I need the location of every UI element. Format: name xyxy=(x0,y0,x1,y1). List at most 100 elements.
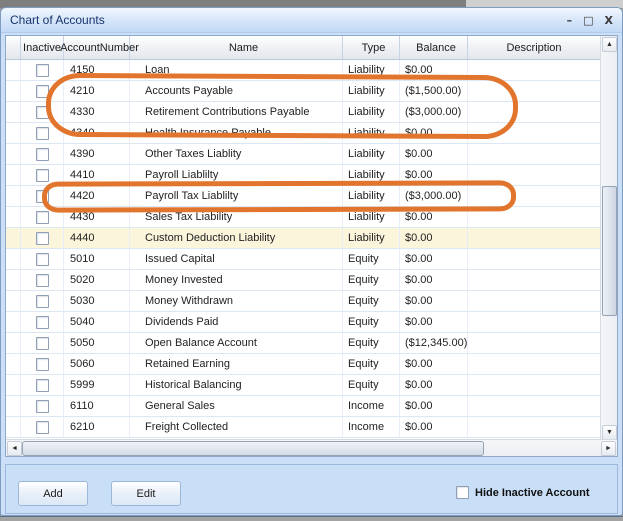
account-type-cell[interactable]: Liability xyxy=(343,165,400,185)
close-icon[interactable]: X xyxy=(605,15,613,26)
table-row[interactable]: 4330 Retirement Contributions Payable Li… xyxy=(6,102,600,123)
account-balance-cell[interactable]: ($3,000.00) xyxy=(400,186,468,206)
account-balance-cell[interactable]: ($3,000.00) xyxy=(400,102,468,122)
account-number-cell[interactable]: 4390 xyxy=(64,144,130,164)
edit-button[interactable]: Edit xyxy=(111,481,181,506)
account-type-cell[interactable]: Equity xyxy=(343,249,400,269)
account-type-cell[interactable]: Liability xyxy=(343,60,400,80)
table-row[interactable]: 4420 Payroll Tax Liablilty Liability ($3… xyxy=(6,186,600,207)
table-row[interactable]: 5040 Dividends Paid Equity $0.00 xyxy=(6,312,600,333)
horizontal-scrollbar-thumb[interactable] xyxy=(22,441,484,456)
account-type-cell[interactable]: Income xyxy=(343,417,400,437)
account-type-cell[interactable]: Equity xyxy=(343,333,400,353)
account-name-cell[interactable]: Money Withdrawn xyxy=(130,291,343,311)
table-row[interactable]: 4210 Accounts Payable Liability ($1,500.… xyxy=(6,81,600,102)
column-header-name[interactable]: Name xyxy=(130,36,343,59)
table-row[interactable]: 4410 Payroll Liablilty Liability $0.00 xyxy=(6,165,600,186)
account-number-cell[interactable]: 4430 xyxy=(64,207,130,227)
table-row[interactable]: 4440 Custom Deduction Liability Liabilit… xyxy=(6,228,600,249)
account-number-cell[interactable]: 4440 xyxy=(64,228,130,248)
column-header-type[interactable]: Type xyxy=(343,36,400,59)
account-description-cell[interactable] xyxy=(468,165,600,185)
account-type-cell[interactable]: Liability xyxy=(343,81,400,101)
table-row[interactable]: 6210 Freight Collected Income $0.00 xyxy=(6,417,600,438)
account-type-cell[interactable]: Liability xyxy=(343,102,400,122)
account-description-cell[interactable] xyxy=(468,375,600,395)
account-balance-cell[interactable]: $0.00 xyxy=(400,123,468,143)
table-row[interactable]: 6110 General Sales Income $0.00 xyxy=(6,396,600,417)
scroll-right-icon[interactable]: ► xyxy=(601,441,616,456)
account-description-cell[interactable] xyxy=(468,270,600,290)
account-balance-cell[interactable]: $0.00 xyxy=(400,396,468,416)
account-type-cell[interactable]: Equity xyxy=(343,312,400,332)
account-balance-cell[interactable]: $0.00 xyxy=(400,249,468,269)
account-type-cell[interactable]: Liability xyxy=(343,144,400,164)
account-name-cell[interactable]: Issued Capital xyxy=(130,249,343,269)
account-balance-cell[interactable]: ($12,345.00) xyxy=(400,333,468,353)
account-description-cell[interactable] xyxy=(468,60,600,80)
account-name-cell[interactable]: Loan xyxy=(130,60,343,80)
table-row[interactable]: 5060 Retained Earning Equity $0.00 xyxy=(6,354,600,375)
account-name-cell[interactable]: Money Invested xyxy=(130,270,343,290)
scroll-up-icon[interactable]: ▲ xyxy=(602,37,617,52)
account-type-cell[interactable]: Liability xyxy=(343,228,400,248)
account-name-cell[interactable]: Payroll Liablilty xyxy=(130,165,343,185)
account-type-cell[interactable]: Equity xyxy=(343,375,400,395)
table-row[interactable]: 4430 Sales Tax Liability Liability $0.00 xyxy=(6,207,600,228)
account-description-cell[interactable] xyxy=(468,144,600,164)
account-number-cell[interactable]: 5020 xyxy=(64,270,130,290)
account-description-cell[interactable] xyxy=(468,354,600,374)
account-name-cell[interactable]: Custom Deduction Liability xyxy=(130,228,343,248)
table-row[interactable]: 4150 Loan Liability $0.00 xyxy=(6,60,600,81)
account-description-cell[interactable] xyxy=(468,207,600,227)
account-balance-cell[interactable]: $0.00 xyxy=(400,417,468,437)
inactive-checkbox[interactable] xyxy=(36,169,49,182)
account-number-cell[interactable]: 4420 xyxy=(64,186,130,206)
add-button[interactable]: Add xyxy=(18,481,88,506)
column-header-inactive[interactable]: Inactive xyxy=(21,36,64,59)
account-description-cell[interactable] xyxy=(468,123,600,143)
account-name-cell[interactable]: Historical Balancing xyxy=(130,375,343,395)
account-description-cell[interactable] xyxy=(468,102,600,122)
account-balance-cell[interactable]: $0.00 xyxy=(400,270,468,290)
account-type-cell[interactable]: Equity xyxy=(343,270,400,290)
table-row[interactable]: 5050 Open Balance Account Equity ($12,34… xyxy=(6,333,600,354)
account-name-cell[interactable]: Dividends Paid xyxy=(130,312,343,332)
account-name-cell[interactable]: General Sales xyxy=(130,396,343,416)
account-balance-cell[interactable]: $0.00 xyxy=(400,291,468,311)
column-header-balance[interactable]: Balance xyxy=(400,36,468,59)
vertical-scrollbar[interactable]: ▲ ▼ xyxy=(600,36,617,441)
minimize-icon[interactable]: – xyxy=(567,15,573,26)
inactive-checkbox[interactable] xyxy=(36,85,49,98)
account-description-cell[interactable] xyxy=(468,81,600,101)
title-bar[interactable]: Chart of Accounts – □ X xyxy=(1,8,622,33)
account-number-cell[interactable]: 6110 xyxy=(64,396,130,416)
vertical-scrollbar-thumb[interactable] xyxy=(602,186,617,316)
maximize-icon[interactable]: □ xyxy=(583,15,593,26)
account-number-cell[interactable]: 5060 xyxy=(64,354,130,374)
account-name-cell[interactable]: Freight Collected xyxy=(130,417,343,437)
account-description-cell[interactable] xyxy=(468,228,600,248)
account-balance-cell[interactable]: $0.00 xyxy=(400,144,468,164)
table-row[interactable]: 5010 Issued Capital Equity $0.00 xyxy=(6,249,600,270)
account-description-cell[interactable] xyxy=(468,333,600,353)
inactive-checkbox[interactable] xyxy=(36,358,49,371)
account-balance-cell[interactable]: $0.00 xyxy=(400,375,468,395)
inactive-checkbox[interactable] xyxy=(36,295,49,308)
inactive-checkbox[interactable] xyxy=(36,232,49,245)
account-balance-cell[interactable]: ($1,500.00) xyxy=(400,81,468,101)
account-balance-cell[interactable]: $0.00 xyxy=(400,60,468,80)
account-type-cell[interactable]: Income xyxy=(343,396,400,416)
account-description-cell[interactable] xyxy=(468,249,600,269)
inactive-checkbox[interactable] xyxy=(36,190,49,203)
account-name-cell[interactable]: Retirement Contributions Payable xyxy=(130,102,343,122)
account-number-cell[interactable]: 5999 xyxy=(64,375,130,395)
account-number-cell[interactable]: 5010 xyxy=(64,249,130,269)
account-type-cell[interactable]: Liability xyxy=(343,207,400,227)
inactive-checkbox[interactable] xyxy=(36,253,49,266)
account-balance-cell[interactable]: $0.00 xyxy=(400,312,468,332)
inactive-checkbox[interactable] xyxy=(36,274,49,287)
hide-inactive-checkbox[interactable] xyxy=(456,486,469,499)
inactive-checkbox[interactable] xyxy=(36,337,49,350)
account-type-cell[interactable]: Equity xyxy=(343,291,400,311)
